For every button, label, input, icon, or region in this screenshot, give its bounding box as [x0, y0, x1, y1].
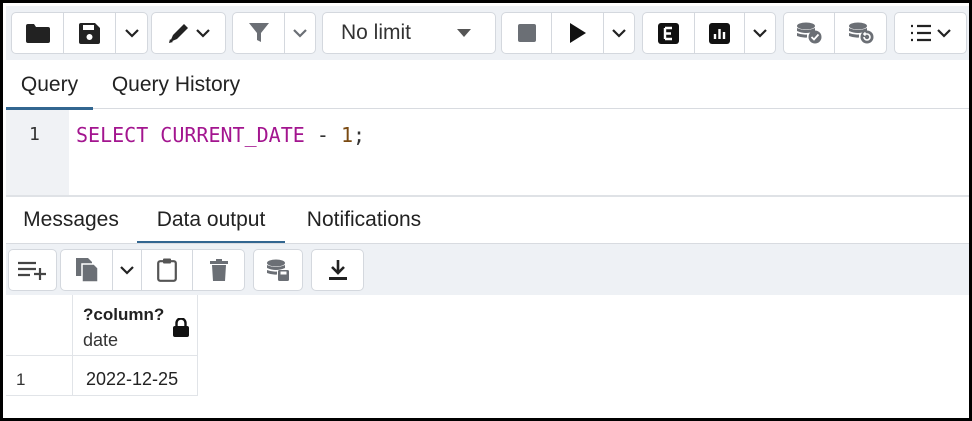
- play-icon: [569, 23, 586, 43]
- line-number: 1: [29, 124, 40, 145]
- row-limit-value: No limit: [341, 21, 412, 44]
- tab-data-output[interactable]: Data output: [137, 197, 285, 244]
- row-limit-select[interactable]: No limit: [322, 12, 496, 54]
- chevron-down-icon: [753, 28, 767, 38]
- filter-icon: [248, 23, 269, 42]
- row-header-corner[interactable]: [6, 295, 73, 356]
- filter-group: [232, 12, 316, 54]
- copy-icon: [75, 258, 98, 282]
- paste-button[interactable]: [142, 250, 193, 290]
- keyword-select: SELECT: [76, 123, 149, 147]
- save-file-button[interactable]: [64, 13, 116, 53]
- save-icon: [79, 22, 100, 44]
- tab-notifications[interactable]: Notifications: [291, 197, 437, 243]
- semicolon: ;: [352, 123, 366, 147]
- tab-query[interactable]: Query: [6, 60, 93, 110]
- save-data-icon: [267, 259, 289, 281]
- keyword-current-date: CURRENT_DATE: [160, 123, 305, 147]
- chevron-down-icon: [293, 28, 307, 38]
- tab-query-history[interactable]: Query History: [97, 60, 255, 109]
- clipboard-group: [60, 249, 245, 291]
- delete-icon: [209, 259, 228, 281]
- execute-group: [501, 12, 635, 54]
- execute-options-dropdown[interactable]: [604, 13, 634, 53]
- copy-button[interactable]: [61, 250, 113, 290]
- lock-icon: [173, 318, 189, 337]
- transaction-group: [783, 12, 887, 54]
- download-button[interactable]: [312, 250, 363, 290]
- query-tabs: Query Query History: [6, 60, 969, 110]
- operator-minus: -: [316, 123, 329, 147]
- sql-code: SELECT CURRENT_DATE - 1;: [76, 123, 365, 147]
- copy-options-dropdown[interactable]: [113, 250, 142, 290]
- download-icon: [328, 260, 347, 280]
- tab-messages[interactable]: Messages: [10, 197, 132, 243]
- chevron-down-icon: [612, 28, 626, 38]
- file-group: [11, 12, 148, 54]
- folder-icon: [25, 24, 50, 43]
- execute-button[interactable]: [552, 13, 604, 53]
- macros-group: [894, 12, 967, 54]
- commit-button[interactable]: [784, 13, 835, 53]
- explain-options-dropdown[interactable]: [745, 13, 775, 53]
- filter-options-dropdown[interactable]: [285, 13, 315, 53]
- stop-icon: [517, 24, 536, 42]
- macros-icon: [910, 24, 951, 42]
- explain-icon: [658, 22, 679, 44]
- analyze-icon: [709, 22, 730, 44]
- number-literal: 1: [340, 123, 353, 147]
- delete-button[interactable]: [193, 250, 244, 290]
- row-number: 1: [16, 370, 26, 389]
- line-gutter: 1: [6, 110, 69, 195]
- rollback-icon: [848, 22, 873, 44]
- open-file-button[interactable]: [12, 13, 64, 53]
- chevron-down-icon: [124, 28, 139, 38]
- cell-value: 2022-12-25: [86, 369, 179, 389]
- stop-button[interactable]: [502, 13, 552, 53]
- result-tabs: Messages Data output Notifications: [6, 197, 969, 244]
- caret-down-icon: [457, 29, 471, 37]
- save-data-button[interactable]: [254, 250, 302, 290]
- sql-editor[interactable]: 1 SELECT CURRENT_DATE - 1;: [6, 110, 969, 195]
- add-row-button[interactable]: [9, 250, 56, 290]
- chevron-down-icon: [120, 265, 134, 275]
- save-data-group: [253, 249, 303, 291]
- column-type: date: [83, 330, 119, 350]
- paste-icon: [157, 258, 177, 282]
- download-group: [311, 249, 364, 291]
- edit-icon: [168, 24, 210, 43]
- save-options-dropdown[interactable]: [116, 13, 147, 53]
- add-row-group: [8, 249, 57, 291]
- rollback-button[interactable]: [835, 13, 886, 53]
- edit-button[interactable]: [152, 13, 225, 53]
- main-toolbar: No limit: [6, 6, 969, 60]
- column-name: ?column?: [83, 305, 165, 324]
- explain-analyze-button[interactable]: [695, 13, 745, 53]
- result-toolbar: [6, 243, 969, 295]
- macros-button[interactable]: [895, 13, 966, 53]
- explain-group: [642, 12, 776, 54]
- commit-icon: [797, 22, 822, 44]
- filter-button[interactable]: [233, 13, 285, 53]
- add-row-icon: [17, 261, 46, 280]
- query-tool-window: No limit Query Query History 1 SELECT CU…: [0, 0, 972, 421]
- edit-group: [151, 12, 226, 54]
- explain-button[interactable]: [643, 13, 695, 53]
- data-grid: ?column? date 1 2022-12-25: [6, 295, 969, 418]
